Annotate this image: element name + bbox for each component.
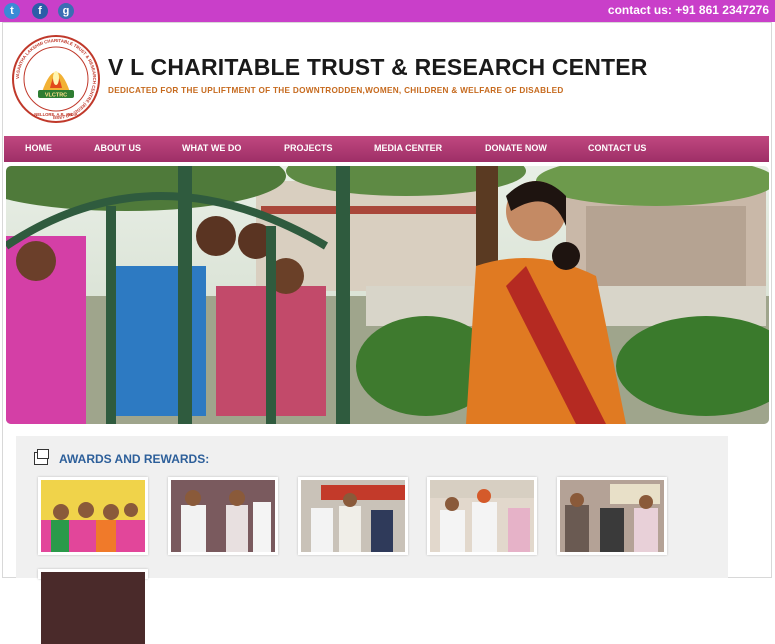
google-icon[interactable]: g [58,3,74,19]
twitter-icon[interactable]: t [4,3,20,19]
trust-logo[interactable]: VASANTHA LAKSHMI CHARITABLE TRUST & RESE… [12,32,100,126]
logo-center-text: VLCTRC [45,93,67,99]
nav-contact-us[interactable]: CONTACT US [588,136,646,162]
nav-home[interactable]: HOME [25,136,52,162]
logo-bottom-text: NELLORE, A.P., INDIA [34,112,78,117]
nav-about-us[interactable]: ABOUT US [94,136,141,162]
top-bar: t f g contact us: +91 861 2347276 [0,0,775,22]
award-photo[interactable] [557,477,667,555]
site-title: V L CHARITABLE TRUST & RESEARCH CENTER [108,54,648,80]
award-photo[interactable] [427,477,537,555]
nav-projects[interactable]: PROJECTS [284,136,333,162]
award-photo[interactable] [168,477,278,555]
award-photo[interactable] [38,477,148,555]
facebook-icon[interactable]: f [32,3,48,19]
nav-donate-now[interactable]: DONATE NOW [485,136,547,162]
nav-what-we-do[interactable]: WHAT WE DO [182,136,241,162]
awards-title: AWARDS AND REWARDS: [59,452,210,466]
nav-media-center[interactable]: MEDIA CENTER [374,136,442,162]
site-tagline: DEDICATED FOR THE UPLIFTMENT OF THE DOWN… [108,86,564,95]
gallery-icon [34,449,49,465]
banner-photo [6,166,769,424]
contact-phone: contact us: +91 861 2347276 [607,3,769,17]
main-nav: HOME ABOUT US WHAT WE DO PROJECTS MEDIA … [4,136,769,162]
award-photo[interactable] [38,569,148,644]
award-photo[interactable] [298,477,408,555]
